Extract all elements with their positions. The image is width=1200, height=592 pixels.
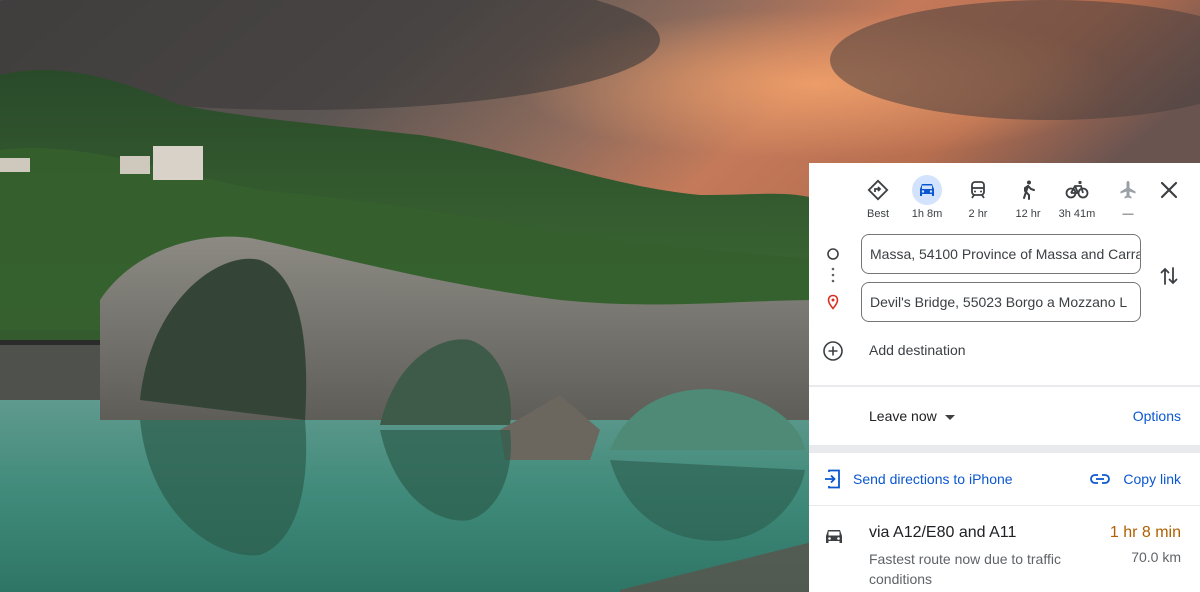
- mode-best-label: Best: [866, 208, 889, 220]
- mode-driving[interactable]: 1h 8m: [905, 175, 949, 221]
- mode-walking-label: 12 hr: [1015, 208, 1041, 220]
- copy-link-button[interactable]: Copy link: [1123, 471, 1181, 487]
- mode-walking[interactable]: 12 hr: [1006, 175, 1050, 221]
- swap-icon: [1160, 267, 1178, 285]
- mode-best[interactable]: Best: [856, 175, 900, 221]
- mode-driving-label: 1h 8m: [911, 208, 943, 220]
- destination-pin-icon: [825, 294, 841, 310]
- destination-input-value: Devil's Bridge, 55023 Borgo a Mozzano L: [870, 294, 1128, 310]
- walking-icon: [1013, 175, 1043, 205]
- send-to-phone-icon: [823, 468, 843, 490]
- add-destination-icon[interactable]: [821, 339, 845, 363]
- bicycle-icon: [1062, 175, 1092, 205]
- send-directions-button[interactable]: Send directions to iPhone: [853, 471, 1013, 487]
- directions-panel: Best 1h 8m 2 hr 12 hr 3h 41m — Massa, 54…: [809, 163, 1200, 592]
- caret-down-icon: [944, 414, 955, 420]
- mode-flights-label: —: [1122, 208, 1134, 220]
- section-divider: [809, 445, 1200, 453]
- route-car-icon: [823, 526, 845, 546]
- options-button[interactable]: Options: [1133, 408, 1181, 424]
- mode-flights[interactable]: —: [1106, 175, 1150, 221]
- train-icon: [963, 175, 993, 205]
- mode-transit[interactable]: 2 hr: [956, 175, 1000, 221]
- link-icon: [1089, 471, 1111, 487]
- close-icon: [1160, 181, 1178, 199]
- close-button[interactable]: [1156, 177, 1182, 203]
- add-destination-button[interactable]: Add destination: [869, 342, 966, 358]
- route-via[interactable]: via A12/E80 and A11: [869, 524, 1016, 542]
- route-distance: 70.0 km: [1131, 549, 1181, 565]
- divider: [809, 385, 1200, 387]
- mode-cycling-label: 3h 41m: [1058, 208, 1096, 220]
- leave-now-dropdown[interactable]: Leave now: [869, 408, 955, 424]
- travel-mode-tabs: Best 1h 8m 2 hr 12 hr 3h 41m —: [809, 163, 1200, 229]
- leave-now-label: Leave now: [869, 408, 937, 424]
- origin-input-value: Massa, 54100 Province of Massa and Carra…: [870, 246, 1141, 262]
- best-route-icon: [863, 175, 893, 205]
- route-note: Fastest route now due to traffic conditi…: [869, 551, 1061, 587]
- mode-cycling[interactable]: 3h 41m: [1055, 175, 1099, 221]
- plane-icon: [1113, 175, 1143, 205]
- origin-circle-icon: [825, 246, 841, 262]
- destination-input[interactable]: Devil's Bridge, 55023 Borgo a Mozzano L: [861, 282, 1141, 322]
- swap-directions-button[interactable]: [1159, 265, 1179, 287]
- mode-transit-label: 2 hr: [968, 208, 988, 220]
- route-duration: 1 hr 8 min: [1109, 524, 1181, 541]
- car-icon: [912, 175, 942, 205]
- divider: [809, 505, 1200, 506]
- origin-input[interactable]: Massa, 54100 Province of Massa and Carra…: [861, 234, 1141, 274]
- route-dots-icon: [831, 267, 835, 288]
